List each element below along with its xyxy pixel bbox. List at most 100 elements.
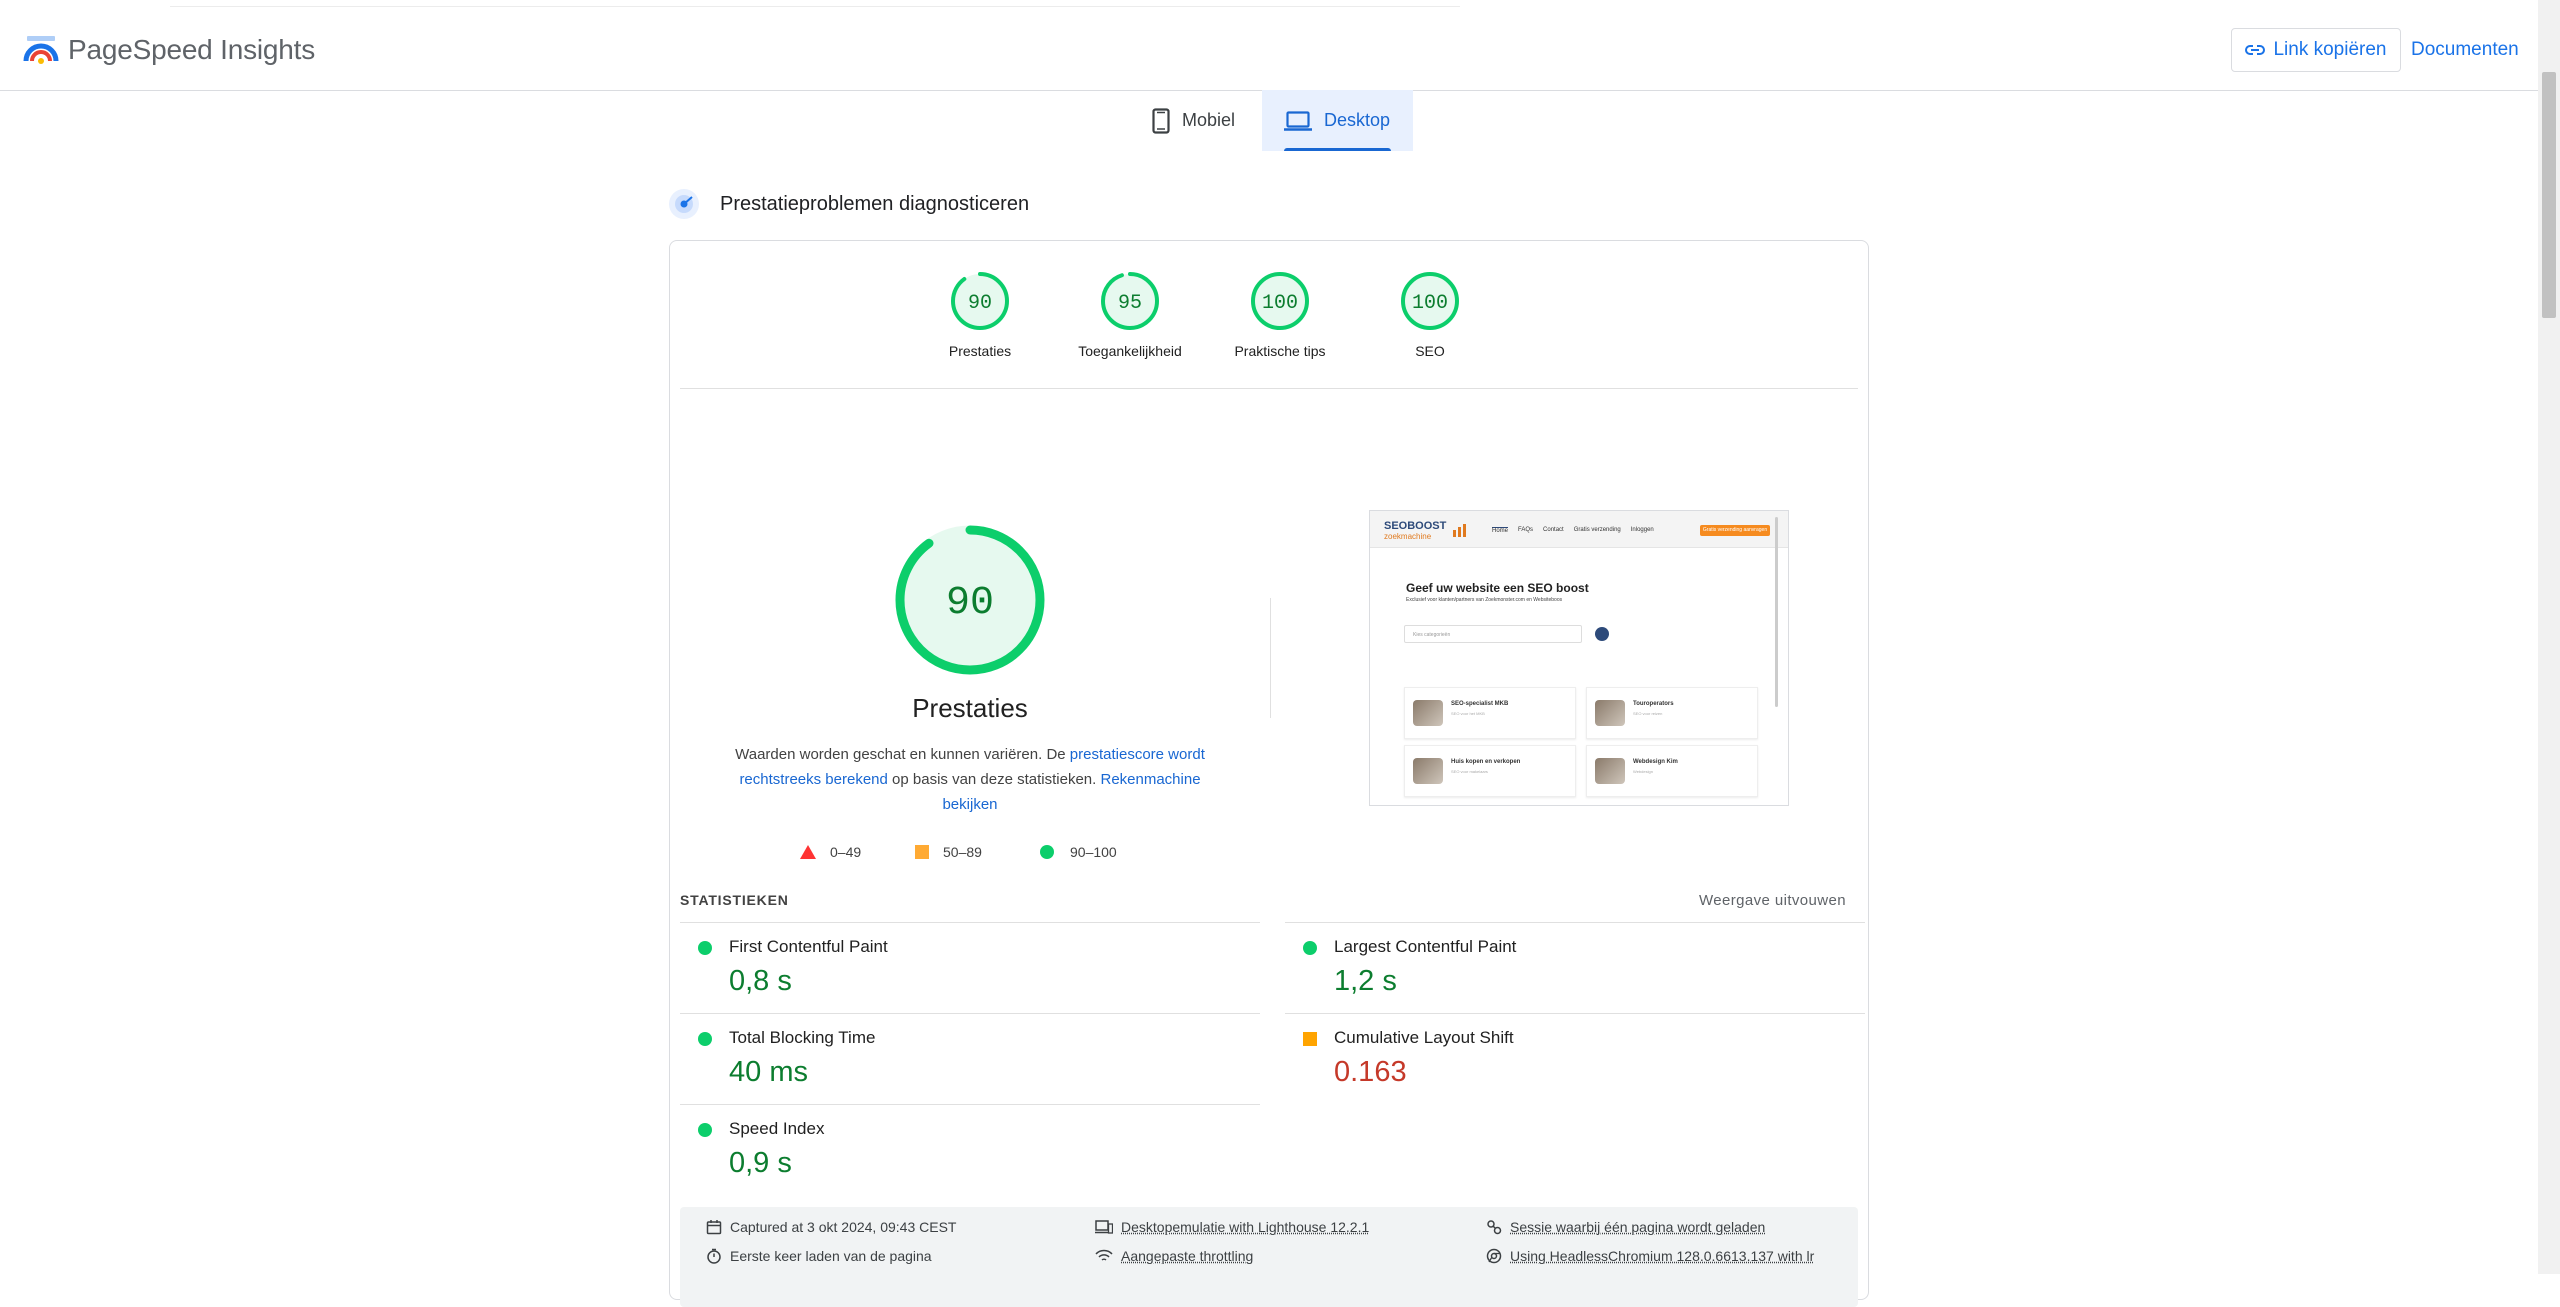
metrics-left: First Contentful Paint 0,8 s Total Blockin… xyxy=(680,922,1260,1195)
shot-card-title: Webdesign Kim xyxy=(1633,759,1678,765)
metric-name: First Contentful Paint xyxy=(729,937,888,956)
shot-card-sub: Webdesign xyxy=(1633,769,1653,774)
browser[interactable]: Using HeadlessChromium 128.0.6613.137 wi… xyxy=(1486,1248,1814,1264)
metric-value: 0,9 s xyxy=(729,1147,792,1179)
timer-icon xyxy=(707,1248,721,1264)
gauge-praktische-tips[interactable]: 100 Praktische tips xyxy=(1215,269,1345,359)
first-load-text: Eerste keer laden van de pagina xyxy=(730,1248,932,1264)
browser-text: Using HeadlessChromium 128.0.6613.137 wi… xyxy=(1510,1248,1815,1264)
pagespeed-logo-icon xyxy=(23,36,59,64)
gauge-seo[interactable]: 100 SEO xyxy=(1365,269,1495,359)
diagnose-title: Prestatieproblemen diagnosticeren xyxy=(720,192,1030,215)
metric-value: 0,8 s xyxy=(729,965,792,997)
legend-good: 90–100 xyxy=(1040,844,1117,860)
desc-text-1: Waarden worden geschat en kunnen variëre… xyxy=(735,746,1070,763)
diagnose-heading: Prestatieproblemen diagnosticeren xyxy=(668,188,1029,220)
shot-search-button xyxy=(1595,627,1609,641)
smartphone-icon xyxy=(1152,107,1170,134)
metric-total-blocking-time: Total Blocking Time 40 ms xyxy=(680,1013,1260,1104)
performance-score: 90 xyxy=(946,581,994,626)
throttling[interactable]: Aangepaste throttling xyxy=(1095,1248,1253,1264)
shot-chart-icon xyxy=(1453,524,1466,537)
docs-link[interactable]: Documenten xyxy=(2411,39,2519,61)
metric-first-contentful-paint: First Contentful Paint 0,8 s xyxy=(680,922,1260,1013)
square-icon xyxy=(915,845,929,859)
shot-nav-item: Contact xyxy=(1543,527,1564,533)
gauge-ring: 90 xyxy=(951,272,1009,330)
metric-name: Cumulative Layout Shift xyxy=(1334,1028,1514,1047)
good-circle-icon xyxy=(698,1123,712,1137)
performance-title: Prestaties xyxy=(912,693,1028,723)
shot-card-thumb xyxy=(1413,700,1443,726)
shot-card-thumb xyxy=(1595,758,1625,784)
shot-card-thumb xyxy=(1413,758,1443,784)
shot-card: Touroperators SEO voor reizen xyxy=(1586,687,1758,739)
gauge-label: SEO xyxy=(1415,343,1445,359)
legend-average: 50–89 xyxy=(915,844,982,860)
session-text: Sessie waarbij één pagina wordt geladen xyxy=(1510,1219,1766,1235)
metric-largest-contentful-paint: Largest Contentful Paint 1,2 s xyxy=(1285,922,1865,1013)
good-circle-icon xyxy=(698,1032,712,1046)
metric-name: Speed Index xyxy=(729,1119,825,1138)
legend-average-label: 50–89 xyxy=(943,844,982,860)
metric-name: Largest Contentful Paint xyxy=(1334,937,1517,956)
expand-view-button[interactable]: Weergave uitvouwen xyxy=(1699,892,1846,909)
shot-logo-top: SEOBOOST xyxy=(1384,520,1447,532)
shot-card-title: SEO-specialist MKB xyxy=(1451,701,1509,707)
metric-value: 0.163 xyxy=(1334,1056,1407,1088)
average-square-icon xyxy=(1303,1032,1317,1046)
shot-nav: Home FAQs Contact Gratis verzending Inloggen xyxy=(1492,527,1654,534)
triangle-icon xyxy=(800,845,816,859)
gauge-score: 100 xyxy=(1412,292,1448,315)
shot-nav-item: Gratis verzending xyxy=(1573,527,1621,533)
gauge-label: Praktische tips xyxy=(1234,343,1326,359)
tab-mobile[interactable]: Mobiel xyxy=(1130,90,1262,151)
scrollbar-thumb[interactable] xyxy=(2542,72,2556,318)
app-title: PageSpeed Insights xyxy=(68,34,316,65)
vertical-divider xyxy=(1270,598,1271,718)
gauge-label: Prestaties xyxy=(948,343,1012,359)
copy-link-button[interactable]: Link kopiëren xyxy=(2231,28,2401,72)
shot-subline: Exclusief voor klanten/partners van Zoek… xyxy=(1406,597,1563,603)
throttling-text: Aangepaste throttling xyxy=(1121,1248,1254,1264)
shot-cta: Gratis verzending aanvragen xyxy=(1700,525,1770,536)
performance-description: Waarden worden geschat en kunnen variëre… xyxy=(720,742,1220,817)
emulation[interactable]: Desktopemulatie with Lighthouse 12.2.1 xyxy=(1095,1219,1369,1235)
circle-icon xyxy=(1040,845,1054,859)
shot-search: Kies categorieën xyxy=(1404,625,1582,643)
gauge-ring: 100 xyxy=(1401,272,1459,330)
shot-card-thumb xyxy=(1595,700,1625,726)
gauge-score: 95 xyxy=(1118,292,1142,315)
tab-desktop-label: Desktop xyxy=(1324,110,1391,130)
legend-good-label: 90–100 xyxy=(1070,844,1117,860)
stats-heading: STATISTIEKEN xyxy=(680,892,789,908)
gauge-prestaties[interactable]: 90 Prestaties xyxy=(915,269,1045,359)
gauge-ring: 100 xyxy=(1251,272,1309,330)
metric-value: 40 ms xyxy=(729,1056,808,1088)
runtime-settings: Captured at 3 okt 2024, 09:43 CEST Eerst… xyxy=(680,1207,1858,1307)
metric-speed-index: Speed Index 0,9 s xyxy=(680,1104,1260,1195)
session[interactable]: Sessie waarbij één pagina wordt geladen xyxy=(1486,1219,1765,1235)
page-screenshot: SEOBOOST zoekmachine Home FAQs Contact Grat… xyxy=(1369,510,1789,806)
app-header: PageSpeed Insights Link kopiëren Documen… xyxy=(0,10,2538,91)
metric-value: 1,2 s xyxy=(1334,965,1397,997)
captured-text: Captured at 3 okt 2024, 09:43 CEST xyxy=(730,1219,957,1235)
metrics-right: Largest Contentful Paint 1,2 s Cumulative … xyxy=(1285,922,1865,1104)
shot-card-sub: SEO voor het MKB xyxy=(1451,711,1485,716)
gauge-toegankelijkheid[interactable]: 95 Toegankelijkheid xyxy=(1065,269,1195,359)
devices-icon xyxy=(1095,1220,1113,1234)
legend-poor-label: 0–49 xyxy=(830,844,862,860)
gauge-ring: 95 xyxy=(1101,272,1159,330)
legend-poor: 0–49 xyxy=(800,844,861,860)
tab-desktop[interactable]: Desktop xyxy=(1262,90,1413,151)
tab-mobile-label: Mobiel xyxy=(1182,110,1236,130)
shot-card-sub: SEO voor makelaars xyxy=(1451,769,1488,774)
shot-card: SEO-specialist MKB SEO voor het MKB xyxy=(1404,687,1576,739)
divider xyxy=(680,388,1858,389)
wifi-icon xyxy=(1095,1249,1113,1261)
score-legend: 0–49 50–89 90–100 xyxy=(800,844,1160,868)
emulation-text: Desktopemulatie with Lighthouse 12.2.1 xyxy=(1121,1219,1370,1235)
gauge-label: Toegankelijkheid xyxy=(1078,343,1182,359)
report-card: 90 Prestaties 95 Toegankelijkheid 100 Praktis… xyxy=(669,240,1869,1307)
brand[interactable]: PageSpeed Insights xyxy=(22,31,315,69)
